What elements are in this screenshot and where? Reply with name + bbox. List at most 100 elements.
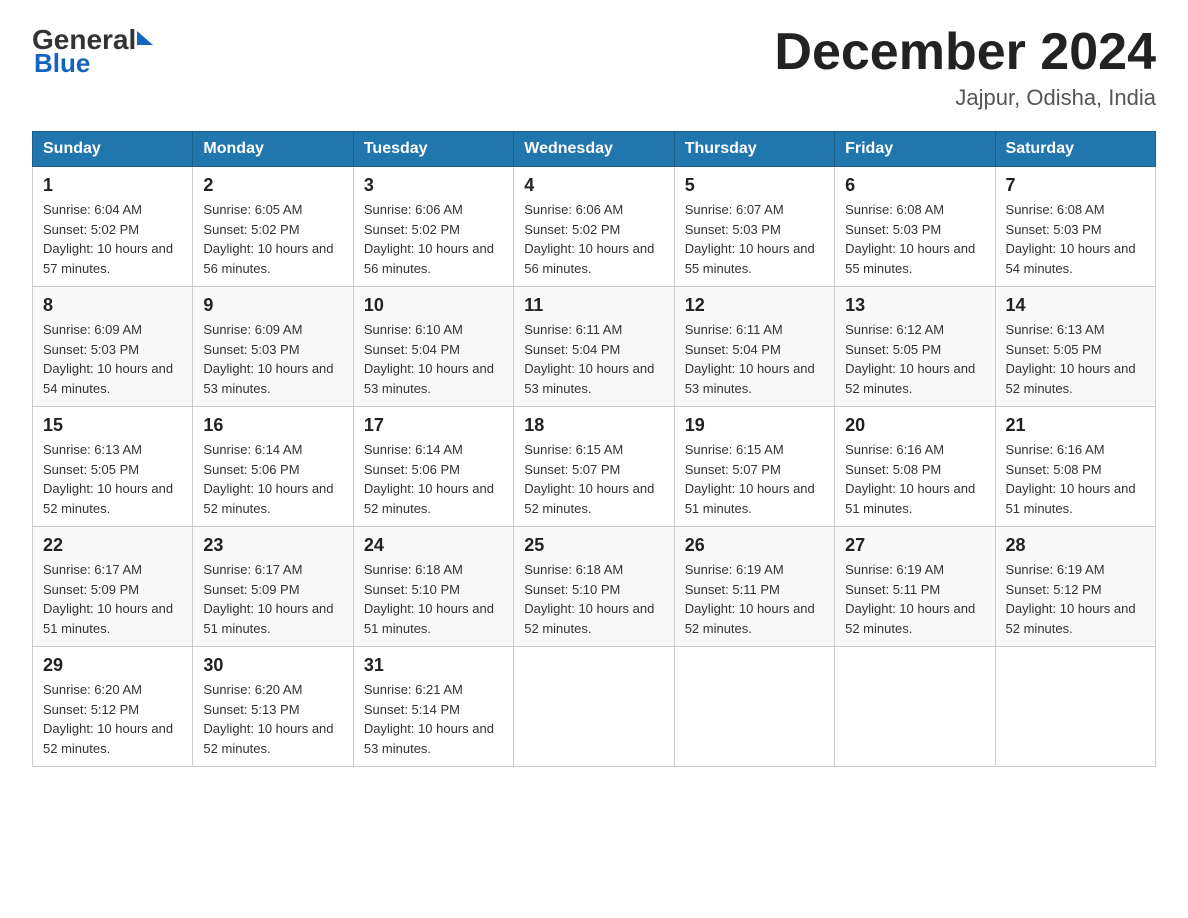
calendar-cell xyxy=(995,647,1155,767)
week-row-3: 15 Sunrise: 6:13 AM Sunset: 5:05 PM Dayl… xyxy=(33,407,1156,527)
day-number: 2 xyxy=(203,175,342,196)
daylight-label: Daylight: 10 hours and 52 minutes. xyxy=(524,601,654,636)
sunset-label: Sunset: 5:07 PM xyxy=(685,462,781,477)
day-info: Sunrise: 6:09 AM Sunset: 5:03 PM Dayligh… xyxy=(43,320,182,398)
sunrise-label: Sunrise: 6:15 AM xyxy=(685,442,784,457)
sunrise-label: Sunrise: 6:14 AM xyxy=(364,442,463,457)
calendar-cell: 22 Sunrise: 6:17 AM Sunset: 5:09 PM Dayl… xyxy=(33,527,193,647)
daylight-label: Daylight: 10 hours and 53 minutes. xyxy=(364,721,494,756)
calendar-cell: 24 Sunrise: 6:18 AM Sunset: 5:10 PM Dayl… xyxy=(353,527,513,647)
calendar-cell: 4 Sunrise: 6:06 AM Sunset: 5:02 PM Dayli… xyxy=(514,167,674,287)
sunrise-label: Sunrise: 6:17 AM xyxy=(203,562,302,577)
day-number: 11 xyxy=(524,295,663,316)
sunset-label: Sunset: 5:05 PM xyxy=(1006,342,1102,357)
day-number: 12 xyxy=(685,295,824,316)
sunset-label: Sunset: 5:06 PM xyxy=(364,462,460,477)
col-header-sunday: Sunday xyxy=(33,132,193,167)
daylight-label: Daylight: 10 hours and 51 minutes. xyxy=(43,601,173,636)
day-number: 16 xyxy=(203,415,342,436)
daylight-label: Daylight: 10 hours and 52 minutes. xyxy=(203,721,333,756)
sunset-label: Sunset: 5:14 PM xyxy=(364,702,460,717)
calendar-cell: 11 Sunrise: 6:11 AM Sunset: 5:04 PM Dayl… xyxy=(514,287,674,407)
day-info: Sunrise: 6:08 AM Sunset: 5:03 PM Dayligh… xyxy=(845,200,984,278)
day-info: Sunrise: 6:12 AM Sunset: 5:05 PM Dayligh… xyxy=(845,320,984,398)
day-info: Sunrise: 6:16 AM Sunset: 5:08 PM Dayligh… xyxy=(1006,440,1145,518)
daylight-label: Daylight: 10 hours and 55 minutes. xyxy=(845,241,975,276)
calendar-cell: 20 Sunrise: 6:16 AM Sunset: 5:08 PM Dayl… xyxy=(835,407,995,527)
daylight-label: Daylight: 10 hours and 51 minutes. xyxy=(364,601,494,636)
calendar-cell: 16 Sunrise: 6:14 AM Sunset: 5:06 PM Dayl… xyxy=(193,407,353,527)
day-info: Sunrise: 6:07 AM Sunset: 5:03 PM Dayligh… xyxy=(685,200,824,278)
calendar-cell: 25 Sunrise: 6:18 AM Sunset: 5:10 PM Dayl… xyxy=(514,527,674,647)
daylight-label: Daylight: 10 hours and 51 minutes. xyxy=(845,481,975,516)
day-number: 20 xyxy=(845,415,984,436)
calendar-cell: 3 Sunrise: 6:06 AM Sunset: 5:02 PM Dayli… xyxy=(353,167,513,287)
sunset-label: Sunset: 5:05 PM xyxy=(43,462,139,477)
sunset-label: Sunset: 5:03 PM xyxy=(845,222,941,237)
daylight-label: Daylight: 10 hours and 52 minutes. xyxy=(524,481,654,516)
calendar-cell: 30 Sunrise: 6:20 AM Sunset: 5:13 PM Dayl… xyxy=(193,647,353,767)
daylight-label: Daylight: 10 hours and 52 minutes. xyxy=(845,361,975,396)
sunrise-label: Sunrise: 6:16 AM xyxy=(845,442,944,457)
day-number: 1 xyxy=(43,175,182,196)
day-number: 21 xyxy=(1006,415,1145,436)
daylight-label: Daylight: 10 hours and 52 minutes. xyxy=(1006,601,1136,636)
calendar-cell: 2 Sunrise: 6:05 AM Sunset: 5:02 PM Dayli… xyxy=(193,167,353,287)
sunrise-label: Sunrise: 6:06 AM xyxy=(364,202,463,217)
week-row-5: 29 Sunrise: 6:20 AM Sunset: 5:12 PM Dayl… xyxy=(33,647,1156,767)
col-header-tuesday: Tuesday xyxy=(353,132,513,167)
daylight-label: Daylight: 10 hours and 52 minutes. xyxy=(845,601,975,636)
daylight-label: Daylight: 10 hours and 56 minutes. xyxy=(203,241,333,276)
daylight-label: Daylight: 10 hours and 52 minutes. xyxy=(685,601,815,636)
daylight-label: Daylight: 10 hours and 53 minutes. xyxy=(524,361,654,396)
daylight-label: Daylight: 10 hours and 53 minutes. xyxy=(203,361,333,396)
daylight-label: Daylight: 10 hours and 53 minutes. xyxy=(685,361,815,396)
day-number: 10 xyxy=(364,295,503,316)
calendar-cell: 10 Sunrise: 6:10 AM Sunset: 5:04 PM Dayl… xyxy=(353,287,513,407)
sunset-label: Sunset: 5:03 PM xyxy=(685,222,781,237)
day-number: 6 xyxy=(845,175,984,196)
calendar-cell: 1 Sunrise: 6:04 AM Sunset: 5:02 PM Dayli… xyxy=(33,167,193,287)
day-info: Sunrise: 6:11 AM Sunset: 5:04 PM Dayligh… xyxy=(685,320,824,398)
daylight-label: Daylight: 10 hours and 52 minutes. xyxy=(43,721,173,756)
sunset-label: Sunset: 5:05 PM xyxy=(845,342,941,357)
day-info: Sunrise: 6:14 AM Sunset: 5:06 PM Dayligh… xyxy=(364,440,503,518)
day-number: 19 xyxy=(685,415,824,436)
col-header-friday: Friday xyxy=(835,132,995,167)
day-number: 23 xyxy=(203,535,342,556)
day-info: Sunrise: 6:08 AM Sunset: 5:03 PM Dayligh… xyxy=(1006,200,1145,278)
day-info: Sunrise: 6:10 AM Sunset: 5:04 PM Dayligh… xyxy=(364,320,503,398)
day-info: Sunrise: 6:19 AM Sunset: 5:11 PM Dayligh… xyxy=(685,560,824,638)
sunrise-label: Sunrise: 6:17 AM xyxy=(43,562,142,577)
sunset-label: Sunset: 5:09 PM xyxy=(43,582,139,597)
week-row-2: 8 Sunrise: 6:09 AM Sunset: 5:03 PM Dayli… xyxy=(33,287,1156,407)
daylight-label: Daylight: 10 hours and 52 minutes. xyxy=(203,481,333,516)
daylight-label: Daylight: 10 hours and 54 minutes. xyxy=(43,361,173,396)
sunrise-label: Sunrise: 6:06 AM xyxy=(524,202,623,217)
day-number: 14 xyxy=(1006,295,1145,316)
daylight-label: Daylight: 10 hours and 57 minutes. xyxy=(43,241,173,276)
daylight-label: Daylight: 10 hours and 51 minutes. xyxy=(1006,481,1136,516)
day-info: Sunrise: 6:13 AM Sunset: 5:05 PM Dayligh… xyxy=(43,440,182,518)
title-area: December 2024 Jajpur, Odisha, India xyxy=(774,24,1156,111)
sunrise-label: Sunrise: 6:10 AM xyxy=(364,322,463,337)
sunset-label: Sunset: 5:02 PM xyxy=(203,222,299,237)
logo-blue-text: Blue xyxy=(34,48,90,79)
daylight-label: Daylight: 10 hours and 54 minutes. xyxy=(1006,241,1136,276)
sunset-label: Sunset: 5:11 PM xyxy=(685,582,780,597)
calendar-cell: 7 Sunrise: 6:08 AM Sunset: 5:03 PM Dayli… xyxy=(995,167,1155,287)
sunrise-label: Sunrise: 6:09 AM xyxy=(203,322,302,337)
day-info: Sunrise: 6:11 AM Sunset: 5:04 PM Dayligh… xyxy=(524,320,663,398)
calendar-cell xyxy=(514,647,674,767)
day-number: 24 xyxy=(364,535,503,556)
sunset-label: Sunset: 5:06 PM xyxy=(203,462,299,477)
sunrise-label: Sunrise: 6:18 AM xyxy=(364,562,463,577)
day-number: 7 xyxy=(1006,175,1145,196)
sunset-label: Sunset: 5:02 PM xyxy=(524,222,620,237)
sunrise-label: Sunrise: 6:13 AM xyxy=(1006,322,1105,337)
header: General Blue December 2024 Jajpur, Odish… xyxy=(32,24,1156,111)
day-info: Sunrise: 6:20 AM Sunset: 5:13 PM Dayligh… xyxy=(203,680,342,758)
sunrise-label: Sunrise: 6:15 AM xyxy=(524,442,623,457)
day-info: Sunrise: 6:17 AM Sunset: 5:09 PM Dayligh… xyxy=(43,560,182,638)
day-number: 4 xyxy=(524,175,663,196)
